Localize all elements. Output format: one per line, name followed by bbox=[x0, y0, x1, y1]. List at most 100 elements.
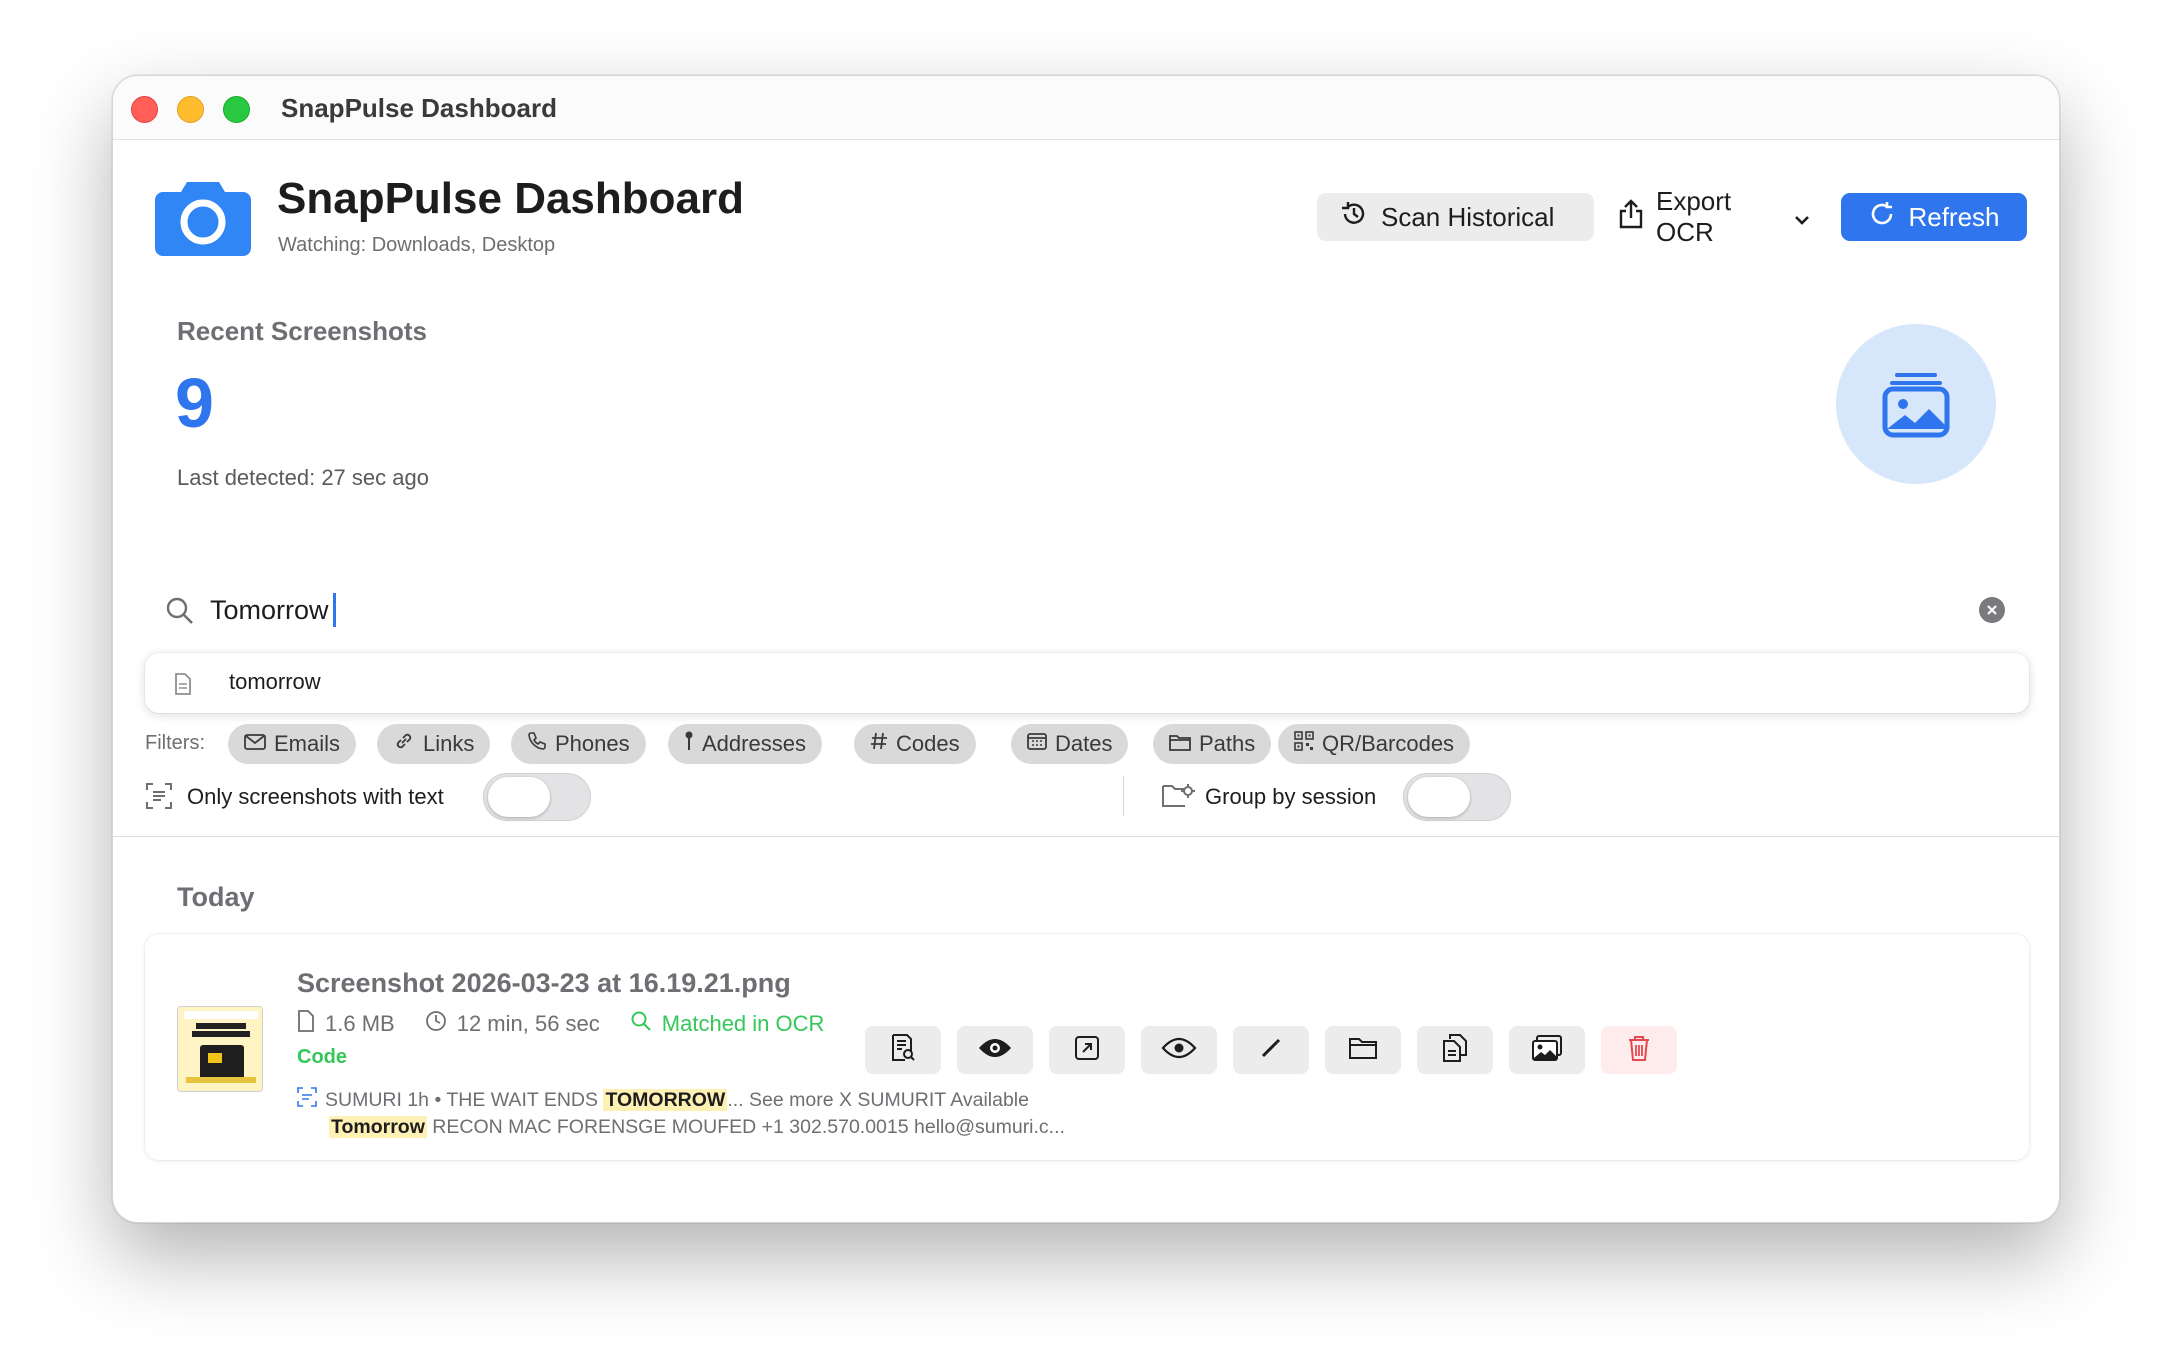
folder-gear-icon bbox=[1161, 782, 1195, 815]
quick-look-button[interactable] bbox=[1141, 1026, 1217, 1074]
ocr-highlight: TOMORROW bbox=[603, 1089, 728, 1111]
toggle-knob bbox=[488, 777, 550, 817]
search-suggestion[interactable]: tomorrow bbox=[145, 653, 2029, 713]
filter-chip-emails[interactable]: Emails bbox=[228, 724, 357, 764]
share-icon bbox=[1618, 198, 1644, 237]
divider bbox=[113, 836, 2059, 837]
link-icon bbox=[393, 730, 415, 758]
filter-chip-paths[interactable]: Paths bbox=[1153, 724, 1272, 764]
eye-filled-icon bbox=[977, 1037, 1013, 1064]
refresh-button[interactable]: Refresh bbox=[1841, 193, 2027, 241]
annotate-button[interactable] bbox=[1233, 1026, 1309, 1074]
filter-chip-label: Phones bbox=[555, 731, 630, 756]
group-by-session-label: Group by session bbox=[1205, 784, 1377, 809]
title-bar: SnapPulse Dashboard bbox=[113, 76, 2059, 140]
filter-chip-label: Paths bbox=[1199, 731, 1256, 756]
envelope-icon bbox=[244, 731, 266, 757]
maximize-window-button[interactable] bbox=[223, 96, 250, 123]
app-window: SnapPulse Dashboard SnapPulse Dashboard … bbox=[112, 75, 2060, 1223]
divider bbox=[1123, 776, 1124, 816]
copy-documents-icon bbox=[1441, 1033, 1469, 1068]
screenshot-thumbnail[interactable] bbox=[177, 1006, 263, 1092]
camera-icon bbox=[153, 176, 253, 256]
code-tag: Code bbox=[297, 1046, 347, 1068]
filter-chip-label: QR/Barcodes bbox=[1322, 731, 1455, 756]
filters-label: Filters: bbox=[145, 732, 205, 754]
filter-chip-addresses[interactable]: Addresses bbox=[668, 724, 822, 764]
filter-chip-label: Addresses bbox=[702, 731, 806, 756]
page-title: SnapPulse Dashboard bbox=[277, 174, 745, 223]
phone-icon bbox=[527, 731, 547, 757]
filter-chip-dates[interactable]: Dates bbox=[1011, 724, 1129, 764]
match-status: Matched in OCR bbox=[661, 1011, 825, 1036]
show-in-folder-button[interactable] bbox=[1325, 1026, 1401, 1074]
ocr-text: SUMURI 1h • THE WAIT ENDS bbox=[325, 1089, 604, 1111]
ocr-line-1: SUMURI 1h • THE WAIT ENDS TOMORROW... Se… bbox=[297, 1087, 1137, 1114]
filter-chip-qr-barcodes[interactable]: QR/Barcodes bbox=[1278, 724, 1471, 764]
document-icon bbox=[173, 673, 193, 700]
window-title: SnapPulse Dashboard bbox=[281, 93, 557, 123]
filter-chip-label: Links bbox=[423, 731, 475, 756]
open-external-button[interactable] bbox=[1049, 1026, 1125, 1074]
trash-icon bbox=[1627, 1034, 1651, 1067]
section-today: Today bbox=[177, 882, 255, 912]
preview-button[interactable] bbox=[957, 1026, 1033, 1074]
last-detected-text: Last detected: 27 sec ago bbox=[177, 465, 429, 490]
scan-historical-label: Scan Historical bbox=[1381, 201, 1555, 232]
photo-stack-icon bbox=[1836, 324, 1996, 484]
screenshot-card[interactable]: Screenshot 2026-03-23 at 16.19.21.png 1.… bbox=[145, 934, 2029, 1160]
toggle-knob bbox=[1408, 777, 1470, 817]
photo-stack-icon bbox=[1531, 1034, 1563, 1067]
history-clock-icon bbox=[1339, 199, 1369, 236]
only-text-toggle[interactable] bbox=[483, 773, 591, 821]
hash-icon bbox=[870, 731, 888, 757]
search-input[interactable] bbox=[210, 588, 1270, 632]
search-icon bbox=[165, 596, 195, 631]
export-ocr-button[interactable]: Export OCR bbox=[1606, 186, 1822, 247]
scan-historical-button[interactable]: Scan Historical bbox=[1317, 193, 1594, 241]
file-icon bbox=[297, 1010, 315, 1038]
ocr-text: ... See more X SUMURIT Available bbox=[727, 1089, 1029, 1111]
recent-screenshots-label: Recent Screenshots bbox=[177, 316, 427, 346]
clear-search-button[interactable] bbox=[1979, 597, 2005, 623]
ocr-highlight: Tomorrow bbox=[329, 1116, 427, 1139]
filter-chip-codes[interactable]: Codes bbox=[854, 724, 976, 764]
filter-chip-phones[interactable]: Phones bbox=[511, 724, 646, 764]
file-meta: 1.6 MB 12 min, 56 sec Matched in OCR bbox=[297, 1010, 824, 1038]
calendar-icon bbox=[1027, 731, 1047, 757]
copy-button[interactable] bbox=[1417, 1026, 1493, 1074]
filter-chip-label: Codes bbox=[896, 731, 960, 756]
group-by-session-toggle[interactable] bbox=[1403, 773, 1511, 821]
text-scan-icon bbox=[297, 1087, 317, 1114]
close-icon bbox=[1986, 600, 1998, 620]
delete-button[interactable] bbox=[1601, 1026, 1677, 1074]
folder-icon bbox=[1348, 1036, 1378, 1065]
refresh-icon bbox=[1868, 200, 1896, 235]
file-age: 12 min, 56 sec bbox=[456, 1011, 600, 1036]
file-size: 1.6 MB bbox=[325, 1011, 395, 1036]
filter-chip-label: Dates bbox=[1055, 731, 1113, 756]
minimize-window-button[interactable] bbox=[177, 96, 204, 123]
file-name[interactable]: Screenshot 2026-03-23 at 16.19.21.png bbox=[297, 968, 791, 999]
close-window-button[interactable] bbox=[131, 96, 158, 123]
arrow-up-right-square-icon bbox=[1074, 1035, 1100, 1066]
text-scan-icon bbox=[145, 782, 173, 815]
recent-screenshots-count: 9 bbox=[175, 364, 214, 442]
document-search-icon bbox=[890, 1033, 916, 1067]
suggestion-label: tomorrow bbox=[229, 669, 321, 694]
view-ocr-text-button[interactable] bbox=[865, 1026, 941, 1074]
search-match-icon bbox=[630, 1010, 652, 1038]
watching-folders: Watching: Downloads, Desktop bbox=[278, 234, 556, 256]
pin-icon bbox=[684, 730, 694, 758]
ocr-text: RECON MAC FORENSGE MOUFED +1 302.570.001… bbox=[426, 1116, 1065, 1139]
refresh-label: Refresh bbox=[1908, 201, 2000, 232]
folder-icon bbox=[1169, 731, 1191, 757]
only-text-label: Only screenshots with text bbox=[187, 784, 444, 809]
qr-code-icon bbox=[1294, 731, 1314, 757]
ocr-line-2: Tomorrow RECON MAC FORENSGE MOUFED +1 30… bbox=[297, 1114, 1137, 1140]
copy-image-button[interactable] bbox=[1509, 1026, 1585, 1074]
export-ocr-label: Export OCR bbox=[1656, 186, 1732, 247]
filter-chip-links[interactable]: Links bbox=[377, 724, 491, 764]
chevron-down-icon bbox=[1794, 202, 1810, 233]
filter-chip-label: Emails bbox=[274, 731, 341, 756]
